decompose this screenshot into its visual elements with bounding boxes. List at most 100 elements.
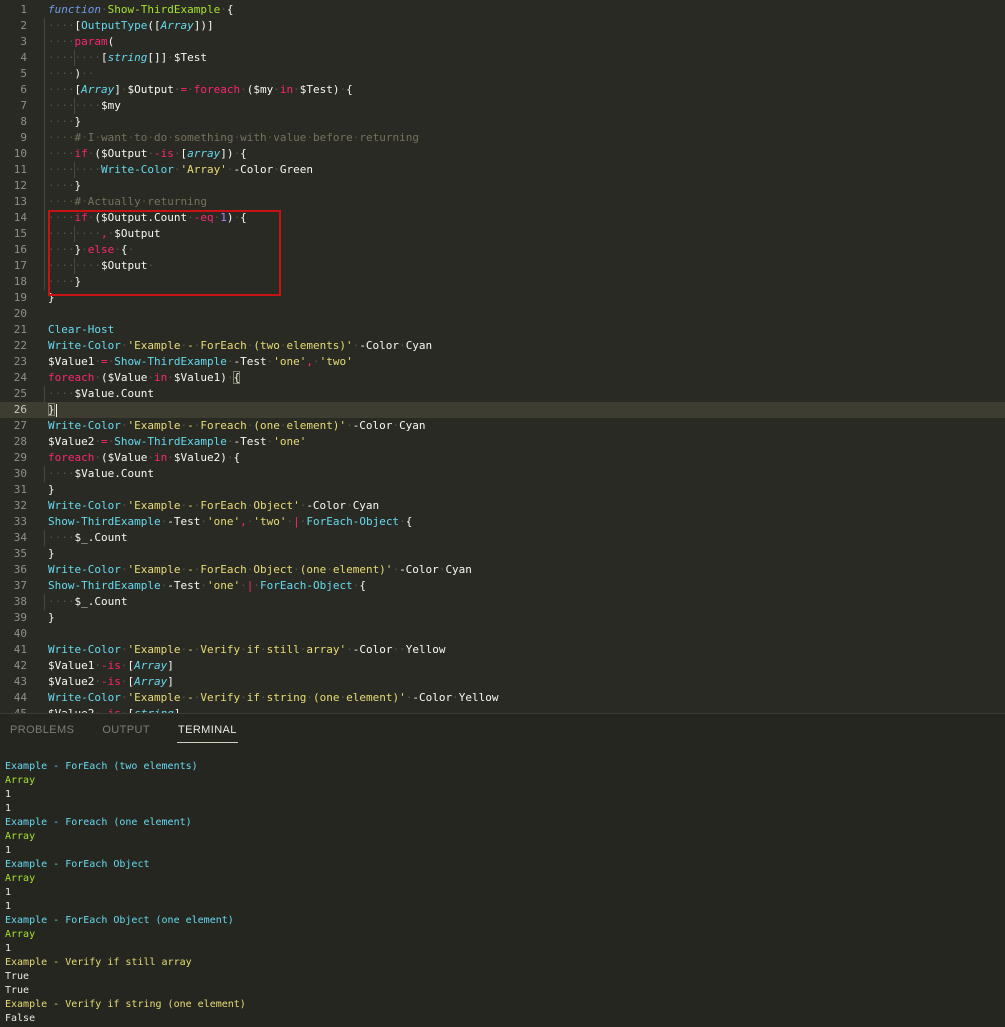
code-text: } [48, 546, 55, 562]
code-editor[interactable]: 1function·Show-ThirdExample·{2····[Outpu… [0, 0, 1005, 713]
code-line[interactable]: 28$Value2·=·Show-ThirdExample·-Test·'one… [0, 434, 1005, 450]
line-number: 3 [0, 34, 27, 50]
code-text: ····[OutputType([Array])] [48, 18, 214, 34]
code-line[interactable]: 21 Clear-Host [0, 322, 1005, 338]
code-line[interactable]: 44Write-Color·'Example·-·Verify·if·strin… [0, 690, 1005, 706]
terminal-line: Example - Foreach (one element) [5, 816, 1005, 830]
code-line[interactable]: 13····#·Actually·returning [0, 194, 1005, 210]
code-text: ········$Output· [48, 258, 154, 274]
code-line[interactable]: 41Write-Color·'Example·-·Verify·if·still… [0, 642, 1005, 658]
code-text: } [48, 610, 55, 626]
code-text: Write-Color·'Example·-·ForEach·Object'·-… [48, 498, 379, 514]
code-line[interactable]: 20 [0, 306, 1005, 322]
code-line[interactable]: 42$Value1·-is·[Array] [0, 658, 1005, 674]
code-text: ····$Value.Count [48, 466, 154, 482]
code-line[interactable]: 10····if·($Output·-is·[array])·{ [0, 146, 1005, 162]
code-line[interactable]: 31} [0, 482, 1005, 498]
code-text: ····)·· [48, 66, 94, 82]
code-text: foreach·($Value·in·$Value2)·{ [48, 450, 240, 466]
code-line[interactable]: 18····} [0, 274, 1005, 290]
code-line[interactable]: 23$Value1·=·Show-ThirdExample·-Test·'one… [0, 354, 1005, 370]
code-text: ········Write-Color·'Array'·-Color·Green [48, 162, 313, 178]
code-line[interactable]: 26} [0, 402, 1005, 418]
terminal-line: True [5, 984, 1005, 998]
code-line[interactable]: 15········,·$Output [0, 226, 1005, 242]
code-line[interactable]: 37Show-ThirdExample·-Test·'one'·|·ForEac… [0, 578, 1005, 594]
code-text: foreach·($Value·in·$Value1)·{ [48, 370, 240, 386]
terminal-line: 1 [5, 844, 1005, 858]
code-line[interactable]: 2····[OutputType([Array])] [0, 18, 1005, 34]
code-line[interactable]: 6····[Array]·$Output·=·foreach·($my·in·$… [0, 82, 1005, 98]
code-line[interactable]: 43$Value2·-is·[Array] [0, 674, 1005, 690]
code-line[interactable]: 1function·Show-ThirdExample·{ [0, 2, 1005, 18]
code-text: } [48, 402, 57, 418]
code-line[interactable]: 32 Write-Color·'Example·-·ForEach·Object'… [0, 498, 1005, 514]
code-text: Write-Color·'Example·-·Foreach·(one·elem… [48, 418, 426, 434]
line-number: 25 [0, 386, 27, 402]
line-number: 8 [0, 114, 27, 130]
code-line[interactable]: 24foreach·($Value·in·$Value1)·{ [0, 370, 1005, 386]
line-number: 36 [0, 562, 27, 578]
line-number: 29 [0, 450, 27, 466]
code-line[interactable]: 4 ········[string[]]·$Test [0, 50, 1005, 66]
code-text: } [48, 482, 55, 498]
code-line[interactable]: 14····if·($Output.Count·-eq·1)·{ [0, 210, 1005, 226]
line-number: 40 [0, 626, 27, 642]
code-line[interactable]: 30 ····$Value.Count [0, 466, 1005, 482]
line-number: 4 [0, 50, 27, 66]
code-line[interactable]: 40 [0, 626, 1005, 642]
code-line[interactable]: 38····$_.Count [0, 594, 1005, 610]
code-line[interactable]: 35} [0, 546, 1005, 562]
code-line[interactable]: 34····$_.Count [0, 530, 1005, 546]
line-number: 32 [0, 498, 27, 514]
code-line[interactable]: 3····param( [0, 34, 1005, 50]
code-text: ····}·else·{· [48, 242, 134, 258]
code-text: $Value1·-is·[Array] [48, 658, 174, 674]
terminal-line: Example - ForEach (two elements) [5, 760, 1005, 774]
code-line[interactable]: 29 foreach·($Value·in·$Value2)·{ [0, 450, 1005, 466]
line-number: 30 [0, 466, 27, 482]
code-line[interactable]: 25····$Value.Count [0, 386, 1005, 402]
code-line[interactable]: 16····}·else·{· [0, 242, 1005, 258]
code-line[interactable]: 17 ········$Output· [0, 258, 1005, 274]
line-number: 38 [0, 594, 27, 610]
tab-output[interactable]: OUTPUT [101, 720, 151, 743]
line-number: 17 [0, 258, 27, 274]
line-number: 37 [0, 578, 27, 594]
code-line[interactable]: 19} [0, 290, 1005, 306]
tab-terminal[interactable]: TERMINAL [177, 720, 238, 743]
code-text: Show-ThirdExample·-Test·'one',·'two'·|·F… [48, 514, 412, 530]
line-number: 33 [0, 514, 27, 530]
line-number: 22 [0, 338, 27, 354]
code-text: ········[string[]]·$Test [48, 50, 207, 66]
code-line[interactable]: 12····} [0, 178, 1005, 194]
line-number: 18 [0, 274, 27, 290]
code-line[interactable]: 11········Write-Color·'Array'·-Color·Gre… [0, 162, 1005, 178]
code-line[interactable]: 27Write-Color·'Example·-·Foreach·(one·el… [0, 418, 1005, 434]
terminal-output[interactable]: Example - ForEach (two elements)Array11E… [0, 748, 1005, 1026]
code-line[interactable]: 36 Write-Color·'Example·-·ForEach·Object·… [0, 562, 1005, 578]
line-number: 20 [0, 306, 27, 322]
code-line[interactable]: 39} [0, 610, 1005, 626]
code-text: Clear-Host [48, 322, 114, 338]
code-line[interactable]: 33 Show-ThirdExample·-Test·'one',·'two'·|… [0, 514, 1005, 530]
code-text: ····#·I·want·to·do·something·with·value·… [48, 130, 419, 146]
terminal-line: 1 [5, 788, 1005, 802]
line-number: 5 [0, 66, 27, 82]
code-text: ····#·Actually·returning [48, 194, 207, 210]
code-line[interactable]: 22Write-Color·'Example·-·ForEach·(two·el… [0, 338, 1005, 354]
code-line[interactable]: 8····} [0, 114, 1005, 130]
line-number: 28 [0, 434, 27, 450]
code-line[interactable]: 9 ····#·I·want·to·do·something·with·value… [0, 130, 1005, 146]
code-line[interactable]: 7········$my [0, 98, 1005, 114]
code-line[interactable]: 45$Value2·-is·[string] [0, 706, 1005, 713]
code-text: Write-Color·'Example·-·ForEach·Object·(o… [48, 562, 472, 578]
code-text: $Value2·-is·[string] [48, 706, 180, 713]
line-number: 21 [0, 322, 27, 338]
code-line[interactable]: 5 ····)·· [0, 66, 1005, 82]
line-number: 7 [0, 98, 27, 114]
line-number: 9 [0, 130, 27, 146]
code-text: ····} [48, 178, 81, 194]
terminal-line: Array [5, 830, 1005, 844]
tab-problems[interactable]: PROBLEMS [9, 720, 75, 743]
